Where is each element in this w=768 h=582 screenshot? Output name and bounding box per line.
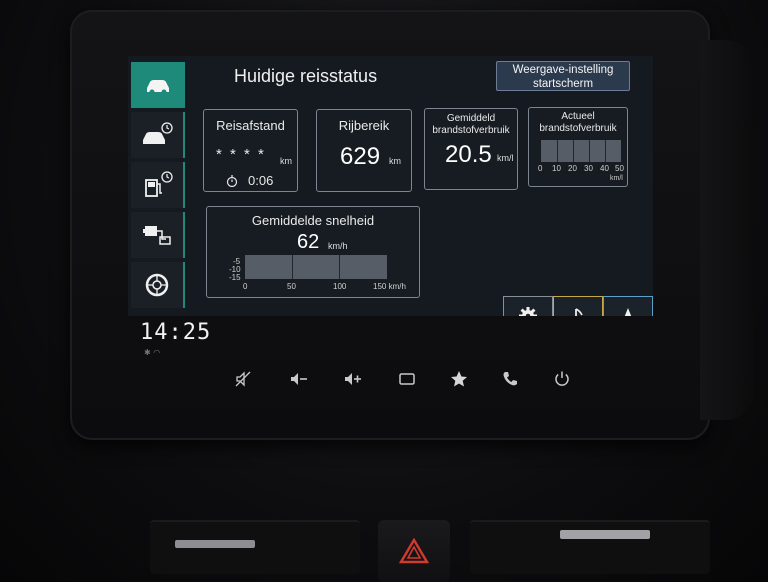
avg-fuel-card: Gemiddeld brandstofverbruik 20.5 km/l: [424, 108, 518, 190]
phone-icon: [503, 372, 517, 386]
startscreen-setting-button[interactable]: Weergave-instelling startscherm: [496, 61, 630, 91]
speed-x-scale-0: 0: [243, 282, 248, 291]
hazard-triangle-icon: [399, 538, 429, 564]
gauge-scale-0: 0: [538, 164, 543, 173]
distance-value: * * * *: [216, 146, 266, 163]
gauge-scale-50: 50: [615, 164, 624, 173]
speed-tick: [292, 255, 293, 279]
music-note-icon: [575, 308, 583, 316]
avg-speed-card: Gemiddelde snelheid 62 km/h -5 -10 -15 0…: [206, 206, 420, 298]
cur-fuel-label-2: brandstofverbruik: [539, 123, 617, 134]
volume-down-button[interactable]: [284, 364, 314, 394]
range-value: 629: [340, 143, 381, 170]
navigation-button[interactable]: [603, 296, 653, 316]
right-vent-slider[interactable]: [560, 530, 650, 539]
gauge-tick: [589, 140, 590, 162]
infotainment-screen: Huidige reisstatus Weergave-instelling s…: [128, 56, 653, 316]
gauge-scale-40: 40: [600, 164, 609, 173]
distance-unit: km: [280, 156, 292, 166]
speed-x-scale-50: 50: [287, 282, 296, 291]
stopwatch-icon: [226, 174, 238, 188]
tab-tires[interactable]: [131, 262, 185, 308]
mute-icon: [235, 371, 251, 387]
avg-fuel-value: 20.5: [445, 141, 492, 168]
range-unit: km: [389, 156, 401, 166]
fuel-clock-icon: [145, 171, 173, 197]
avg-speed-unit: km/h: [328, 241, 348, 251]
trip-time: 0:06: [248, 173, 274, 188]
tab-sidebar: [128, 56, 185, 316]
bottom-shortcut-bar: [503, 296, 653, 316]
right-air-vent: [470, 520, 710, 574]
home-button[interactable]: [392, 364, 422, 394]
range-label: Rijbereik: [338, 118, 390, 133]
hazard-button[interactable]: [378, 520, 450, 582]
distance-card: Reisafstand * * * * km 0:06: [203, 109, 298, 192]
power-button[interactable]: [547, 364, 577, 394]
avg-fuel-unit: km/l: [497, 153, 514, 163]
gauge-scale-10: 10: [552, 164, 561, 173]
navigation-arrow-icon: [624, 308, 632, 316]
current-fuel-card: Actueel brandstofverbruik 0 10 20 30 40 …: [528, 107, 628, 187]
car-clock-icon: [143, 122, 173, 144]
media-button[interactable]: [553, 296, 603, 316]
gauge-tick: [573, 140, 574, 162]
tab-energy-flow[interactable]: [131, 212, 185, 258]
setting-button-line2: startscherm: [532, 78, 594, 90]
home-rect-icon: [399, 373, 415, 385]
left-vent-slider[interactable]: [175, 540, 255, 548]
cur-fuel-gauge: [541, 140, 621, 162]
distance-label: Reisafstand: [216, 118, 285, 133]
page-title: Huidige reisstatus: [234, 66, 378, 86]
mute-button[interactable]: [228, 364, 258, 394]
avg-speed-label: Gemiddelde snelheid: [251, 213, 375, 228]
setting-button-line1: Weergave-instelling: [512, 64, 614, 76]
gear-icon: [519, 307, 537, 316]
settings-button[interactable]: [503, 296, 553, 316]
speed-y-scale-15: -15: [229, 273, 241, 282]
avg-fuel-label-2: brandstofverbruik: [432, 125, 510, 136]
clock: 14:25: [140, 320, 212, 345]
volume-up-icon: [345, 373, 361, 385]
gauge-tick: [605, 140, 606, 162]
gauge-tick: [557, 140, 558, 162]
volume-up-button[interactable]: [338, 364, 368, 394]
favorite-button[interactable]: [444, 364, 474, 394]
engine-flow-icon: [143, 226, 171, 245]
power-icon: [555, 371, 569, 386]
bezel-edge: [700, 40, 755, 420]
volume-down-icon: [291, 373, 307, 385]
avg-fuel-label-1: Gemiddeld: [446, 113, 496, 124]
speed-x-scale-100: 100: [333, 282, 347, 291]
gauge-scale-30: 30: [584, 164, 593, 173]
range-card: Rijbereik 629 km: [316, 109, 412, 192]
avg-speed-bar: [245, 255, 387, 279]
bluetooth-icon: ✱ ◠: [144, 348, 161, 357]
gauge-unit: km/l: [610, 175, 623, 182]
tab-fuel-history[interactable]: [131, 162, 185, 208]
tab-trip-history[interactable]: [131, 112, 185, 158]
speed-x-scale-150: 150 km/h: [373, 282, 406, 291]
speed-tick: [339, 255, 340, 279]
cur-fuel-label-1: Actueel: [561, 111, 595, 122]
tire-icon: [145, 273, 169, 297]
phone-button[interactable]: [495, 364, 525, 394]
car-icon: [147, 80, 169, 95]
star-icon: [451, 371, 467, 387]
avg-speed-value: 62: [297, 231, 320, 253]
gauge-scale-20: 20: [568, 164, 577, 173]
tab-current-trip[interactable]: [131, 62, 185, 108]
